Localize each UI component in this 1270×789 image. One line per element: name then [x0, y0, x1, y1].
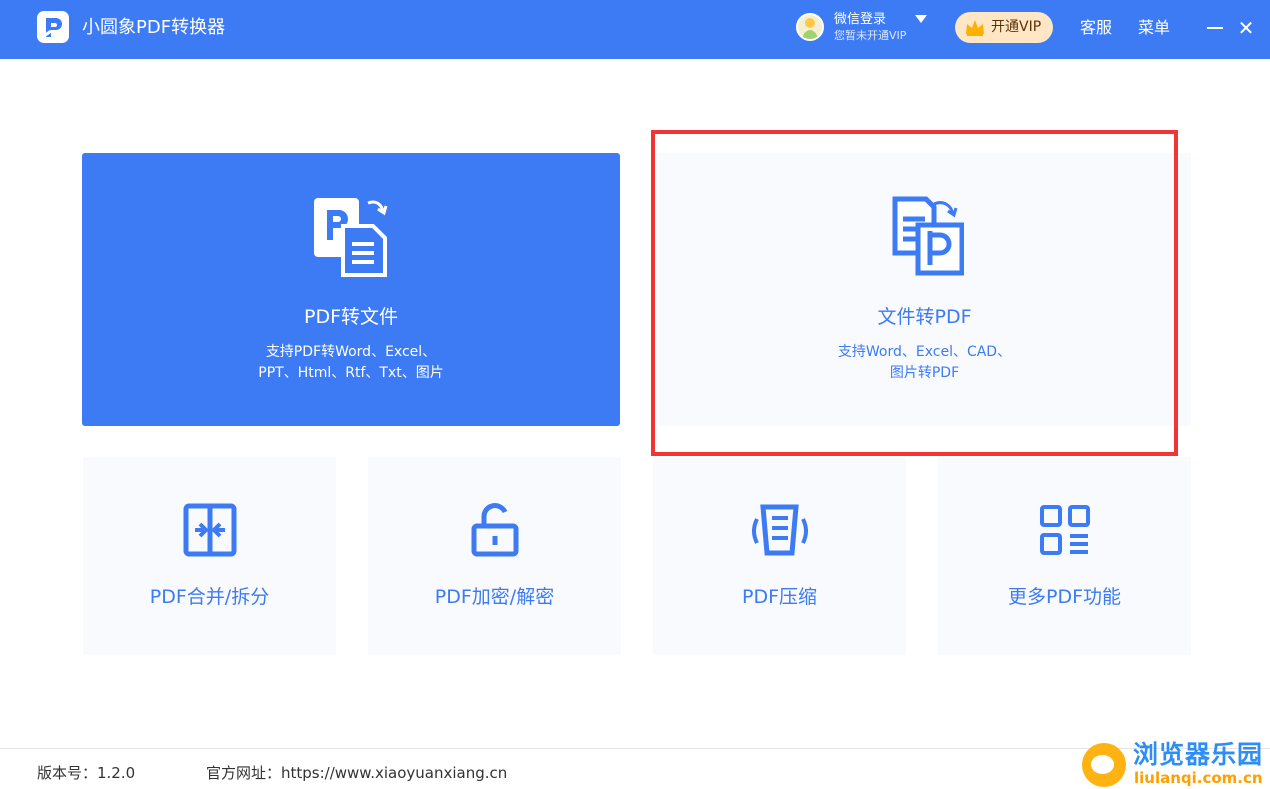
minimize-icon[interactable]	[1204, 17, 1226, 39]
merge-split-title: PDF合并/拆分	[149, 586, 270, 608]
file-to-pdf-card[interactable]: 文件转PDF 支持Word、Excel、CAD、 图片转PDF	[658, 153, 1191, 426]
compress-card[interactable]: PDF压缩	[653, 457, 906, 655]
watermark-logo: 浏览器乐园 liulanqi.com.cn	[1080, 738, 1264, 789]
more-functions-card[interactable]: 更多PDF功能	[938, 457, 1191, 655]
pdf-to-file-desc-line-2: PPT、Html、Rtf、Txt、图片	[258, 365, 444, 381]
compress-icon	[751, 504, 808, 556]
unlock-icon	[471, 503, 518, 557]
version-label: 版本号：1.2.0	[37, 764, 136, 782]
encrypt-decrypt-title: PDF加密/解密	[434, 586, 555, 608]
merge-split-icon	[183, 503, 236, 557]
menu-button[interactable]: 菜单	[1138, 17, 1170, 39]
app-logo-icon	[37, 11, 69, 43]
more-functions-icon	[1039, 505, 1090, 555]
close-icon[interactable]: ✕	[1235, 17, 1257, 39]
encrypt-decrypt-card[interactable]: PDF加密/解密	[368, 457, 621, 655]
more-functions-title: 更多PDF功能	[1007, 586, 1122, 608]
file-to-pdf-icon	[892, 196, 964, 276]
pdf-to-file-desc-line-1: 支持PDF转Word、Excel、	[265, 344, 437, 360]
pdf-to-file-title: PDF转文件	[303, 306, 399, 328]
crown-icon	[966, 20, 984, 36]
wechat-login[interactable]: 微信登录 您暂未开通VIP	[834, 11, 906, 43]
compress-title: PDF压缩	[741, 586, 818, 608]
app-title: 小圆象PDF转换器	[82, 17, 226, 38]
title-bar: 小圆象PDF转换器 微信登录 您暂未开通VIP 开通VIP 客服 菜单 ✕	[0, 0, 1270, 59]
file-to-pdf-desc-line-2: 图片转PDF	[889, 365, 960, 381]
customer-service-button[interactable]: 客服	[1080, 17, 1112, 39]
file-to-pdf-desc-line-1: 支持Word、Excel、CAD、	[837, 344, 1012, 360]
open-vip-label: 开通VIP	[991, 19, 1042, 35]
file-to-pdf-title: 文件转PDF	[877, 306, 972, 328]
user-avatar[interactable]	[796, 13, 824, 41]
pdf-to-file-description: 支持PDF转Word、Excel、 PPT、Html、Rtf、Txt、图片	[82, 342, 620, 384]
watermark-title: 浏览器乐园	[1133, 740, 1264, 769]
pdf-to-file-icon	[314, 198, 388, 277]
merge-split-card[interactable]: PDF合并/拆分	[83, 457, 336, 655]
login-title[interactable]: 微信登录	[834, 11, 906, 28]
watermark-url: liulanqi.com.cn	[1134, 769, 1263, 787]
vip-status-text: 您暂未开通VIP	[834, 29, 907, 42]
file-to-pdf-description: 支持Word、Excel、CAD、 图片转PDF	[658, 342, 1191, 384]
chevron-down-icon[interactable]	[915, 15, 927, 23]
open-vip-button[interactable]: 开通VIP	[955, 12, 1053, 43]
pdf-to-file-card[interactable]: PDF转文件 支持PDF转Word、Excel、 PPT、Html、Rtf、Tx…	[82, 153, 620, 426]
watermark-icon	[1082, 743, 1126, 787]
official-website-link[interactable]: 官方网址：https://www.xiaoyuanxiang.cn	[206, 763, 507, 783]
